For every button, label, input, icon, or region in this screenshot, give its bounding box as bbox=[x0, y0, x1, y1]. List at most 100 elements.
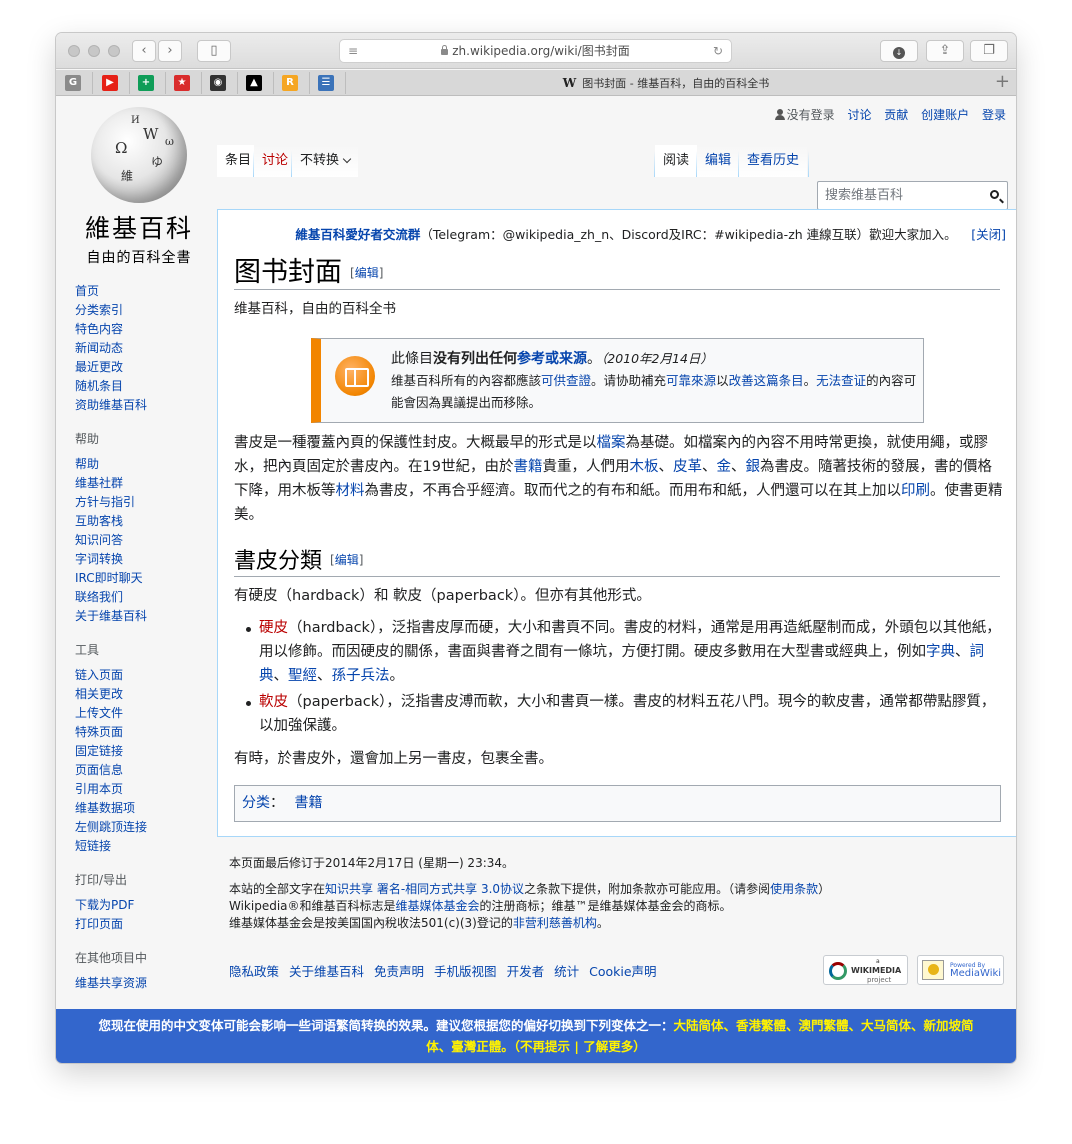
login-link[interactable]: 登录 bbox=[982, 108, 1006, 122]
link-yinshua[interactable]: 印刷 bbox=[901, 483, 930, 499]
sidebar-item-print-0[interactable]: 下载为PDF bbox=[75, 896, 205, 915]
sidebar-item-help-1[interactable]: 维基社群 bbox=[75, 474, 205, 493]
link-shengjing[interactable]: 聖經 bbox=[288, 668, 317, 684]
address-bar[interactable]: ≡ zh.wikipedia.org/wiki/图书封面 ↻ bbox=[339, 39, 732, 63]
reload-icon[interactable]: ↻ bbox=[713, 40, 723, 62]
sidebar-item-help-4[interactable]: 知识问答 bbox=[75, 531, 205, 550]
sidebar-item-tools-2[interactable]: 上传文件 bbox=[75, 704, 205, 723]
sidebar-item-tools-0[interactable]: 链入页面 bbox=[75, 666, 205, 685]
search-input[interactable]: 搜索维基百科 bbox=[817, 181, 1008, 210]
sidebar-item-main-2[interactable]: 特色内容 bbox=[75, 320, 205, 339]
sidebar-item-tools-1[interactable]: 相关更改 bbox=[75, 685, 205, 704]
sidebar-item-main-6[interactable]: 资助维基百科 bbox=[75, 396, 205, 415]
license-link[interactable]: 知识共享 署名-相同方式共享 3.0协议 bbox=[325, 882, 524, 896]
link-cailiao[interactable]: 材料 bbox=[336, 483, 365, 499]
zoom-window-button[interactable] bbox=[108, 45, 120, 57]
link-muban[interactable]: 木板 bbox=[629, 459, 658, 475]
bookmark-0-icon[interactable]: G bbox=[65, 75, 81, 91]
link-pige[interactable]: 皮革 bbox=[673, 459, 702, 475]
sidebar-item-help-6[interactable]: IRC即时聊天 bbox=[75, 569, 205, 588]
tab-edit[interactable]: 编辑 bbox=[697, 145, 740, 177]
wikimedia-foundation-link[interactable]: 维基媒体基金会 bbox=[396, 899, 480, 913]
sidebar-item-main-3[interactable]: 新闻动态 bbox=[75, 339, 205, 358]
tabs-overview-button[interactable]: ❐ bbox=[970, 40, 1008, 62]
bookmark-2-icon[interactable]: + bbox=[138, 75, 154, 91]
link-paperback[interactable]: 軟皮 bbox=[259, 694, 288, 710]
new-tab-button[interactable]: + bbox=[995, 72, 1010, 92]
sidebar-toggle-button[interactable]: ▯ bbox=[197, 40, 231, 62]
sidebar-item-tools-3[interactable]: 特殊页面 bbox=[75, 723, 205, 742]
footer-link-2[interactable]: 免责声明 bbox=[374, 964, 424, 979]
sitenotice-link[interactable]: 維基百科愛好者交流群 bbox=[295, 227, 420, 242]
terms-of-use-link[interactable]: 使用条款 bbox=[770, 882, 818, 896]
wikimedia-project-badge[interactable]: a WIKIMEDIA project bbox=[823, 955, 908, 985]
sidebar-item-tools-6[interactable]: 引用本页 bbox=[75, 780, 205, 799]
tab-variant-dropdown[interactable]: 不转换 bbox=[292, 145, 359, 177]
sidebar-item-tools-4[interactable]: 固定链接 bbox=[75, 742, 205, 761]
sidebar-heading-other-projects[interactable]: 在其他项目中 bbox=[75, 949, 205, 968]
sidebar-item-help-7[interactable]: 联络我们 bbox=[75, 588, 205, 607]
downloads-button[interactable]: ↓ bbox=[880, 40, 918, 62]
link-dangan[interactable]: 檔案 bbox=[597, 435, 626, 451]
close-window-button[interactable] bbox=[68, 45, 80, 57]
footer-link-4[interactable]: 开发者 bbox=[507, 964, 545, 979]
back-button[interactable]: ‹ bbox=[132, 40, 156, 62]
forward-button[interactable]: › bbox=[158, 40, 182, 62]
sidebar-heading-help[interactable]: 帮助 bbox=[75, 430, 205, 449]
sidebar-item-main-5[interactable]: 随机条目 bbox=[75, 377, 205, 396]
category-link[interactable]: 書籍 bbox=[294, 795, 322, 811]
footer-link-0[interactable]: 隐私政策 bbox=[229, 964, 279, 979]
sidebar-item-main-0[interactable]: 首页 bbox=[75, 282, 205, 301]
sidebar-heading-print[interactable]: 打印/导出 bbox=[75, 871, 205, 890]
sidebar-item-tools-7[interactable]: 维基数据项 bbox=[75, 799, 205, 818]
bookmark-3-icon[interactable]: ★ bbox=[174, 75, 190, 91]
sidebar-item-print-1[interactable]: 打印页面 bbox=[75, 915, 205, 934]
banner-actions[interactable]: 。（不再提示 | 了解更多） bbox=[501, 1039, 646, 1054]
sidebar-item-help-8[interactable]: 关于维基百科 bbox=[75, 607, 205, 626]
bookmark-6-icon[interactable]: R bbox=[282, 75, 298, 91]
sidebar-item-tools-9[interactable]: 短链接 bbox=[75, 837, 205, 856]
nonprofit-link[interactable]: 非营利慈善机构 bbox=[513, 916, 597, 930]
powered-by-mediawiki-badge[interactable]: Powered By MediaWiki bbox=[917, 955, 1004, 985]
tab-read[interactable]: 阅读 bbox=[655, 145, 698, 177]
tab-history[interactable]: 查看历史 bbox=[739, 145, 808, 177]
link-zidian[interactable]: 字典 bbox=[926, 644, 955, 660]
sidebar-item-help-2[interactable]: 方针与指引 bbox=[75, 493, 205, 512]
reader-icon[interactable]: ≡ bbox=[348, 40, 358, 62]
link-sunzi[interactable]: 孫子兵法 bbox=[332, 668, 390, 684]
section-edit-link[interactable]: 编辑 bbox=[335, 553, 359, 567]
bookmark-4-icon[interactable]: ◉ bbox=[210, 75, 226, 91]
link-jin[interactable]: 金 bbox=[716, 459, 731, 475]
sidebar-item-tools-5[interactable]: 页面信息 bbox=[75, 761, 205, 780]
notice-sources-link[interactable]: 参考或来源 bbox=[517, 351, 587, 367]
footer-link-6[interactable]: Cookie声明 bbox=[589, 964, 656, 979]
sidebar-item-help-5[interactable]: 字词转换 bbox=[75, 550, 205, 569]
sidebar-item-other-0[interactable]: 维基共享资源 bbox=[75, 974, 205, 993]
categories-label-link[interactable]: 分类 bbox=[242, 795, 270, 811]
personal-contributions-link[interactable]: 贡献 bbox=[884, 108, 908, 122]
sidebar-item-main-1[interactable]: 分类索引 bbox=[75, 301, 205, 320]
search-icon[interactable] bbox=[990, 190, 999, 199]
sidebar-item-help-3[interactable]: 互助客栈 bbox=[75, 512, 205, 531]
sidebar-item-help-0[interactable]: 帮助 bbox=[75, 455, 205, 474]
close-notice-button[interactable]: [关闭] bbox=[971, 224, 1006, 243]
link-hardback[interactable]: 硬皮 bbox=[259, 620, 288, 636]
link-yin[interactable]: 銀 bbox=[745, 459, 760, 475]
sidebar-heading-tools[interactable]: 工具 bbox=[75, 641, 205, 660]
notice-reliable-sources-link[interactable]: 可靠來源 bbox=[666, 373, 716, 388]
tab-talk[interactable]: 讨论 bbox=[254, 145, 297, 177]
share-button[interactable]: ⇪ bbox=[926, 40, 964, 62]
footer-link-5[interactable]: 统计 bbox=[554, 964, 579, 979]
link-shuji[interactable]: 書籍 bbox=[513, 459, 542, 475]
footer-link-1[interactable]: 关于维基百科 bbox=[289, 964, 364, 979]
personal-talk-link[interactable]: 讨论 bbox=[847, 108, 871, 122]
sidebar-item-main-4[interactable]: 最近更改 bbox=[75, 358, 205, 377]
create-account-link[interactable]: 创建账户 bbox=[921, 108, 969, 122]
bookmark-7-icon[interactable]: ☰ bbox=[318, 75, 334, 91]
footer-link-3[interactable]: 手机版视图 bbox=[434, 964, 497, 979]
title-edit-link[interactable]: 编辑 bbox=[355, 266, 379, 280]
minimize-window-button[interactable] bbox=[88, 45, 100, 57]
notice-verifiability-link[interactable]: 可供查證 bbox=[541, 373, 591, 388]
sidebar-item-tools-8[interactable]: 左侧跳顶连接 bbox=[75, 818, 205, 837]
wikipedia-logo[interactable]: W Ω 維 ゆ И ω 維基百科 自由的百科全書 bbox=[74, 107, 204, 266]
